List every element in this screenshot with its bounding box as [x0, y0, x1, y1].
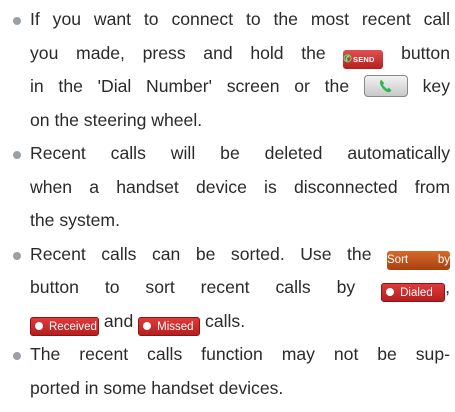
send-button: ✆SEND [343, 49, 384, 69]
list-item-recent-call: If you want to connect to the most recen… [8, 3, 450, 137]
item-text: , [445, 277, 450, 297]
white-dot-icon [143, 321, 152, 330]
bullet-icon [13, 17, 21, 25]
received-button-label: Received [49, 320, 97, 333]
item-line: you made, press and hold the ✆SEND butto… [30, 37, 450, 71]
received-button: Received [30, 316, 99, 336]
item-line: button to sort recent calls by Dialed, [30, 271, 450, 305]
item-line: when a handset device is disconnected fr… [30, 176, 450, 197]
item-line: in the 'Dial Number' screen or the key [30, 70, 450, 104]
item-text: key [422, 76, 451, 96]
item-line: Received and Missed calls. [30, 305, 450, 339]
missed-button-label: Missed [157, 320, 194, 333]
item-line: If you want to connect to the most recen… [30, 9, 450, 29]
white-dot-icon [386, 288, 395, 296]
dialed-button: Dialed [381, 283, 446, 302]
missed-button: Missed [138, 316, 201, 336]
notes-list: If you want to connect to the most recen… [8, 3, 450, 405]
white-dot-icon [35, 321, 43, 330]
steering-wheel-call-key [363, 75, 408, 97]
item-line: on the steering wheel. [30, 109, 203, 130]
sort-by-button: Sort by [387, 250, 450, 270]
green-handset-icon [379, 80, 392, 93]
list-item-sorting: Recent calls can be sorted. Use the Sort… [8, 238, 450, 339]
item-text: calls. [205, 310, 246, 331]
item-text: Recent calls can be sorted. Use the [30, 243, 372, 264]
item-line: the system. [30, 210, 120, 230]
list-item-auto-delete: Recent calls will be deleted automatical… [8, 137, 450, 238]
item-line: ported in some handset devices. [30, 377, 284, 398]
bullet-icon [13, 251, 21, 260]
item-line: The recent calls function may not be sup… [30, 344, 450, 364]
list-item-compatibility: The recent calls function may not be sup… [8, 338, 450, 405]
item-text: button to sort recent calls by [30, 277, 356, 297]
item-text: you made, press and hold the [30, 42, 326, 63]
item-line: Recent calls can be sorted. Use the Sort… [30, 238, 450, 272]
dialed-button-label: Dialed [400, 287, 433, 299]
send-button-label: SEND [353, 54, 375, 64]
item-line: Recent calls will be deleted automatical… [30, 143, 450, 163]
item-text: and [103, 310, 134, 331]
item-text: in the 'Dial Number' screen or the [30, 76, 350, 96]
item-text: button [401, 42, 450, 63]
bullet-icon [13, 352, 21, 360]
bullet-icon [13, 151, 21, 159]
green-handset-icon: ✆ [343, 53, 352, 65]
